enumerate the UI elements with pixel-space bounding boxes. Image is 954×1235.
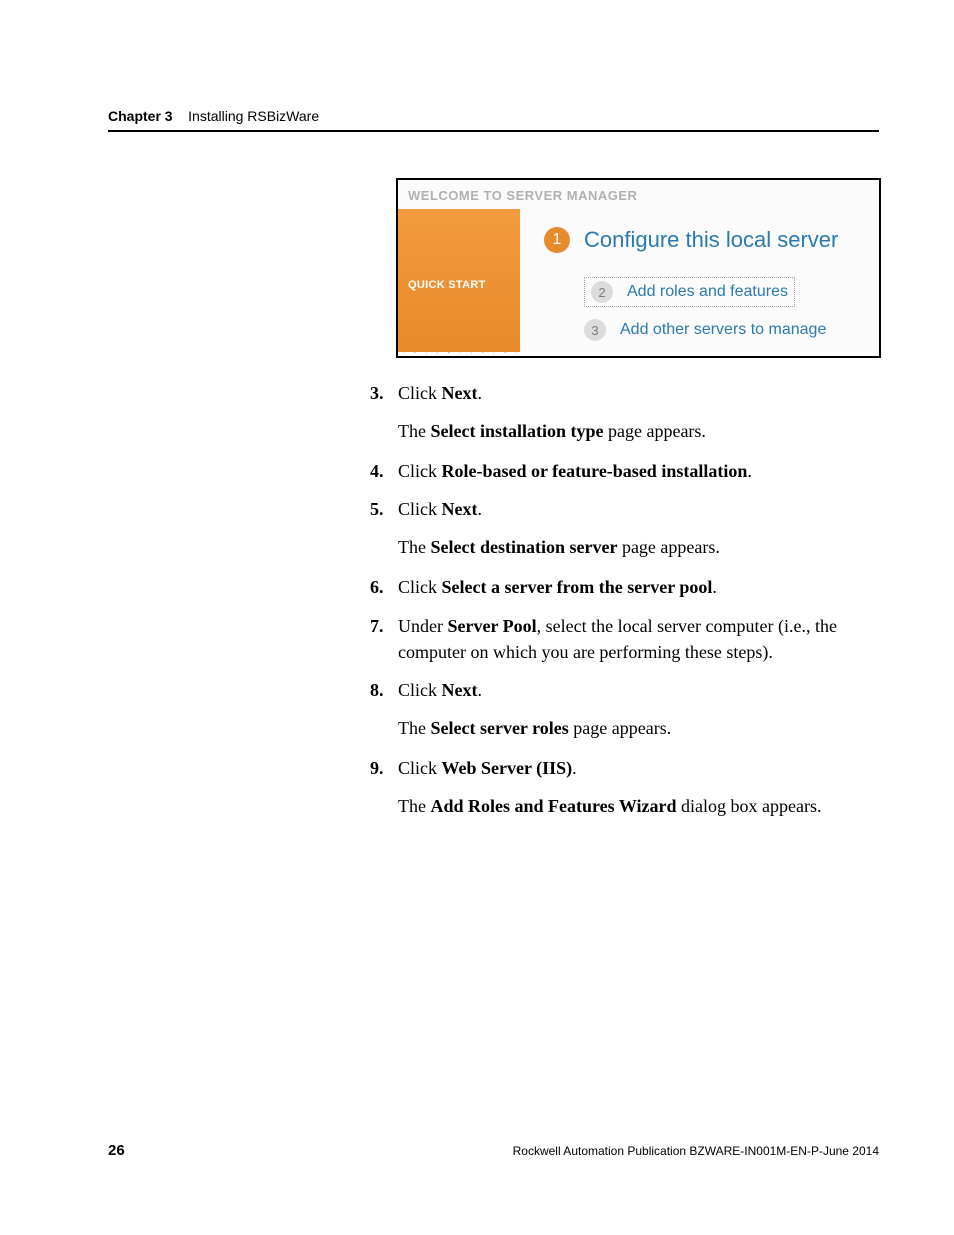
step-8-followup: The Select server roles page appears.: [398, 715, 876, 741]
step-6: 6. Click Select a server from the server…: [370, 574, 876, 600]
step-number: 8.: [370, 677, 398, 703]
step-number: 6.: [370, 574, 398, 600]
step-number: 5.: [370, 496, 398, 522]
step-7: 7. Under Server Pool, select the local s…: [370, 613, 876, 665]
step-8: 8. Click Next.: [370, 677, 876, 703]
step-number: 9.: [370, 755, 398, 781]
page-number: 26: [108, 1142, 125, 1159]
page-header: Chapter 3 Installing RSBizWare: [108, 108, 879, 132]
chapter-number: Chapter 3: [108, 108, 173, 124]
configure-link[interactable]: Configure this local server: [584, 227, 838, 253]
step-number: 4.: [370, 458, 398, 484]
add-roles-link[interactable]: 2 Add roles and features: [584, 277, 795, 307]
step-body: Click Web Server (IIS).: [398, 755, 876, 781]
add-servers-link[interactable]: Add other servers to manage: [620, 321, 826, 339]
step-3-followup: The Select installation type page appear…: [398, 418, 876, 444]
step-3-icon: 3: [584, 319, 606, 341]
step-3: 3. Click Next.: [370, 380, 876, 406]
figure-title: WELCOME TO SERVER MANAGER: [398, 180, 879, 209]
add-roles-row: 2 Add roles and features: [584, 277, 869, 307]
step-body: Click Next.: [398, 677, 876, 703]
quick-start-label: QUICK START: [408, 279, 486, 291]
step-5-followup: The Select destination server page appea…: [398, 534, 876, 560]
step-9: 9. Click Web Server (IIS).: [370, 755, 876, 781]
step-body: Click Next.: [398, 496, 876, 522]
add-roles-text: Add roles and features: [627, 283, 788, 301]
step-body: Click Role-based or feature-based instal…: [398, 458, 876, 484]
quick-start-panel: QUICK START: [398, 209, 520, 353]
add-servers-row: 3 Add other servers to manage: [584, 319, 869, 341]
page-footer: 26 Rockwell Automation Publication BZWAR…: [108, 1142, 879, 1159]
step-4: 4. Click Role-based or feature-based ins…: [370, 458, 876, 484]
chapter-title: Installing RSBizWare: [188, 108, 319, 124]
step-5: 5. Click Next.: [370, 496, 876, 522]
figure-right: 1 Configure this local server 2 Add role…: [520, 209, 879, 353]
step-number: 7.: [370, 613, 398, 665]
configure-row: 1 Configure this local server: [544, 227, 869, 253]
chapter-line: Chapter 3 Installing RSBizWare: [108, 108, 879, 124]
step-body: Under Server Pool, select the local serv…: [398, 613, 876, 665]
server-manager-screenshot: WELCOME TO SERVER MANAGER QUICK START 1 …: [396, 178, 881, 358]
header-rule: [108, 130, 879, 132]
step-body: Click Next.: [398, 380, 876, 406]
figure-body: QUICK START 1 Configure this local serve…: [398, 209, 879, 353]
publication-info: Rockwell Automation Publication BZWARE-I…: [513, 1144, 879, 1158]
step-9-followup: The Add Roles and Features Wizard dialog…: [398, 793, 876, 819]
step-1-icon: 1: [544, 227, 570, 253]
step-number: 3.: [370, 380, 398, 406]
step-body: Click Select a server from the server po…: [398, 574, 876, 600]
step-2-icon: 2: [591, 281, 613, 303]
instruction-list: 3. Click Next. The Select installation t…: [370, 380, 876, 833]
